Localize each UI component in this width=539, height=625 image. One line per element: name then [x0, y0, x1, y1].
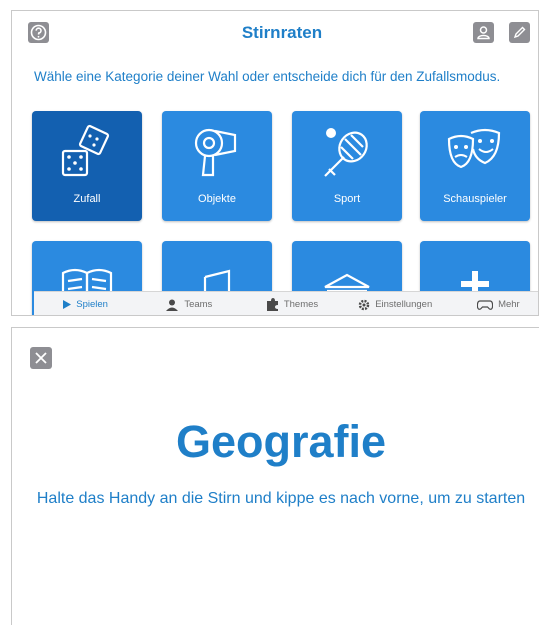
tab-einstellungen[interactable]: Einstellungen [344, 292, 447, 315]
tab-label: Teams [184, 299, 213, 310]
tile-label: Schauspieler [443, 193, 507, 205]
app-title: Stirnraten [241, 23, 323, 42]
category-tile-objekte[interactable]: Objekte [162, 111, 272, 221]
close-icon[interactable] [30, 347, 52, 369]
tile-label: Objekte [198, 193, 236, 205]
person-icon [166, 299, 179, 311]
tile-label: Sport [333, 193, 361, 205]
tab-spielen[interactable]: Spielen [34, 292, 137, 315]
gamepad-icon [477, 299, 494, 310]
tab-teams[interactable]: Teams [137, 292, 240, 315]
tab-label: Themes [283, 299, 319, 310]
category-title: Geografie [175, 416, 387, 467]
edit-icon[interactable] [509, 22, 530, 43]
tab-mehr[interactable]: Mehr [447, 292, 538, 315]
game-start-screen: Geografie Halte das Handy an die Stirn u… [11, 327, 539, 625]
profile-icon[interactable] [473, 22, 494, 43]
category-tile-sport[interactable]: Sport [292, 111, 402, 221]
category-screen: Stirnraten Wähle eine Kategorie deiner W… [11, 10, 539, 316]
tennis-racket-icon [324, 128, 368, 177]
tile-label: Zufall [73, 193, 101, 205]
puzzle-icon [266, 298, 278, 311]
play-icon [63, 300, 72, 309]
category-tile-zufall[interactable]: Zufall [32, 111, 142, 221]
tab-label: Mehr [498, 299, 520, 310]
gear-icon [358, 299, 370, 310]
tab-themes[interactable]: Themes [240, 292, 343, 315]
category-tile-schauspieler[interactable]: Schauspieler [420, 111, 530, 221]
instruction-text: Halte das Handy an die Stirn und kippe e… [36, 490, 526, 507]
tab-label: Einstellungen [375, 299, 433, 310]
theater-masks-icon [447, 128, 501, 169]
tab-label: Spielen [76, 299, 108, 310]
tab-bar: Spielen Teams Themes Einstellungen Mehr [34, 291, 538, 315]
hairdryer-icon [194, 128, 237, 177]
dice-icon [61, 124, 110, 177]
subtitle-text: Wähle eine Kategorie deiner Wahl oder en… [34, 69, 501, 84]
